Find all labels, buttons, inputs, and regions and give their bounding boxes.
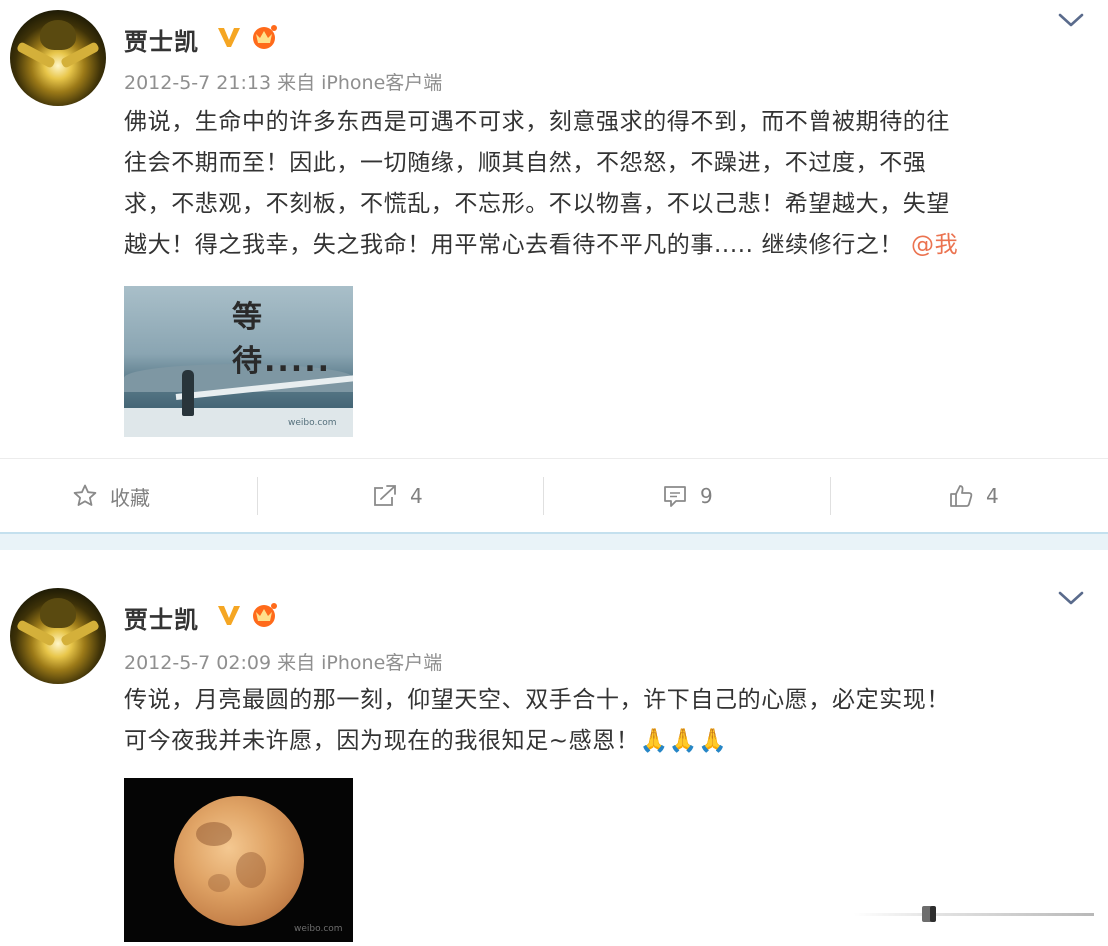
thumbs-up-icon bbox=[950, 485, 973, 507]
chevron-down-icon[interactable] bbox=[1058, 590, 1084, 606]
scroll-track bbox=[854, 913, 1094, 916]
favorite-button[interactable]: 收藏 bbox=[72, 459, 150, 533]
action-separator bbox=[257, 477, 258, 515]
like-button[interactable]: 4 bbox=[948, 459, 999, 533]
avatar-figure bbox=[40, 598, 76, 628]
image-person bbox=[182, 370, 194, 416]
post-divider bbox=[0, 532, 1108, 550]
scroll-indicator[interactable] bbox=[854, 906, 1094, 922]
mention-link[interactable]: @我 bbox=[911, 232, 958, 258]
image-watermark: weibo.com bbox=[294, 924, 343, 934]
comment-button[interactable]: 9 bbox=[662, 459, 713, 533]
like-count: 4 bbox=[986, 484, 999, 508]
content-line: 佛说，生命中的许多东西是可遇不可求，刻意强求的得不到，而不曾被期待的往 bbox=[124, 109, 950, 135]
crown-icon bbox=[253, 603, 277, 627]
action-separator bbox=[830, 477, 831, 515]
action-separator bbox=[543, 477, 544, 515]
username[interactable]: 贾士凯 bbox=[124, 22, 199, 57]
post-content: 佛说，生命中的许多东西是可遇不可求，刻意强求的得不到，而不曾被期待的往 往会不期… bbox=[124, 102, 1074, 266]
comment-count: 9 bbox=[700, 484, 713, 508]
post-image-waiting[interactable]: 等待..... weibo.com bbox=[124, 286, 353, 437]
content-line: 越大！得之我幸，失之我命！用平常心去看待不平凡的事..... 继续修行之！ @我 bbox=[124, 225, 1074, 266]
image-watermark: weibo.com bbox=[288, 418, 337, 428]
chevron-down-icon[interactable] bbox=[1058, 12, 1084, 28]
weibo-post-2: 贾士凯 2012-5-7 02:09 来自 iPhone客户端 传说，月亮最圆的… bbox=[0, 550, 1108, 946]
post-meta: 2012-5-7 21:13 来自 iPhone客户端 bbox=[124, 68, 442, 95]
avatar[interactable] bbox=[10, 10, 106, 106]
crown-icon bbox=[253, 25, 277, 49]
verified-v-icon bbox=[218, 28, 240, 47]
weibo-post-1: 贾士凯 2012-5-7 21:13 来自 iPhone客户端 佛说，生命中的许… bbox=[0, 0, 1108, 532]
content-line: 往会不期而至！因此，一切随缘，顺其自然，不怨怒，不躁进，不过度，不强 bbox=[124, 150, 927, 176]
verified-v-icon bbox=[218, 606, 240, 625]
repost-button[interactable]: 4 bbox=[372, 459, 423, 533]
repost-count: 4 bbox=[410, 484, 423, 508]
share-icon bbox=[374, 485, 396, 506]
scroll-handle-inner bbox=[930, 906, 936, 922]
timestamp[interactable]: 2012-5-7 02:09 bbox=[124, 652, 271, 674]
favorite-label: 收藏 bbox=[110, 485, 150, 510]
star-icon bbox=[73, 484, 97, 506]
image-moon-crater bbox=[208, 874, 230, 892]
avatar[interactable] bbox=[10, 588, 106, 684]
timestamp[interactable]: 2012-5-7 21:13 bbox=[124, 72, 271, 94]
image-caption: 等待..... bbox=[232, 300, 331, 379]
avatar-figure bbox=[40, 20, 76, 50]
content-line: 传说，月亮最圆的那一刻，仰望天空、双手合十，许下自己的心愿，必定实现！ bbox=[124, 687, 950, 713]
source: 来自 iPhone客户端 bbox=[277, 652, 443, 674]
image-moon-crater bbox=[236, 852, 266, 888]
content-line-text: 越大！得之我幸，失之我命！用平常心去看待不平凡的事..... 继续修行之！ bbox=[124, 232, 904, 258]
post-content: 传说，月亮最圆的那一刻，仰望天空、双手合十，许下自己的心愿，必定实现！ 可今夜我… bbox=[124, 680, 1074, 762]
content-line: 求，不悲观，不刻板，不慌乱，不忘形。不以物喜，不以己悲！希望越大，失望 bbox=[124, 191, 950, 217]
post-meta: 2012-5-7 02:09 来自 iPhone客户端 bbox=[124, 648, 442, 675]
username[interactable]: 贾士凯 bbox=[124, 600, 199, 635]
source: 来自 iPhone客户端 bbox=[277, 72, 443, 94]
post-image-moon[interactable]: weibo.com bbox=[124, 778, 353, 942]
image-moon-crater bbox=[196, 822, 232, 846]
action-bar: 收藏 4 9 4 bbox=[0, 458, 1108, 532]
comment-icon bbox=[664, 486, 686, 507]
content-line: 可今夜我并未许愿，因为现在的我很知足~感恩！🙏🙏🙏 bbox=[124, 728, 728, 754]
